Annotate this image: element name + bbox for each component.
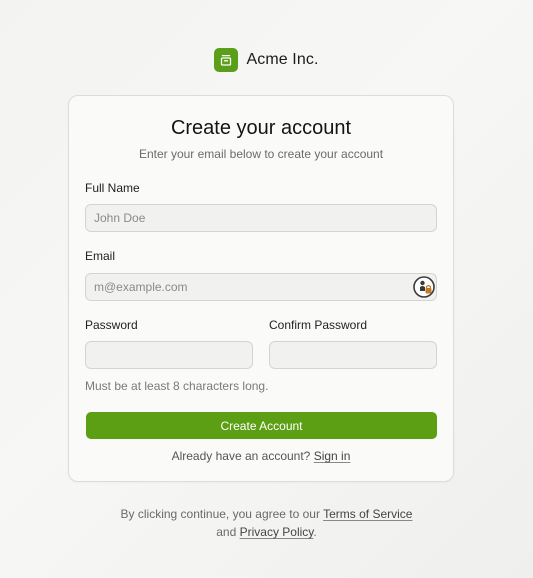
legal-prefix: By clicking continue, you agree to our bbox=[120, 507, 320, 521]
box-icon bbox=[214, 48, 239, 72]
sign-in-link[interactable]: Sign in bbox=[314, 449, 351, 463]
email-label: Email bbox=[85, 249, 116, 263]
signup-card: Create your account Enter your email bel… bbox=[68, 95, 454, 482]
legal-and: and bbox=[216, 525, 237, 539]
card-title: Create your account bbox=[170, 117, 352, 139]
create-account-button[interactable]: Create Account bbox=[86, 412, 437, 439]
full-name-input[interactable] bbox=[85, 204, 437, 232]
legal-notice: By clicking continue, you agree to our T… bbox=[0, 505, 533, 541]
full-name-label: Full Name bbox=[85, 181, 140, 195]
password-input[interactable] bbox=[85, 341, 253, 369]
brand-header: Acme Inc. bbox=[0, 47, 533, 73]
terms-of-service-link[interactable]: Terms of Service bbox=[323, 507, 412, 521]
password-manager-icon[interactable] bbox=[413, 276, 435, 298]
card-subtitle: Enter your email below to create your ac… bbox=[138, 147, 384, 161]
legal-suffix: . bbox=[313, 525, 317, 539]
password-hint: Must be at least 8 characters long. bbox=[85, 379, 269, 393]
legal-line-1: By clicking continue, you agree to our T… bbox=[0, 505, 533, 523]
brand-name: Acme Inc. bbox=[246, 51, 319, 68]
legal-line-2: and Privacy Policy. bbox=[0, 523, 533, 541]
confirm-password-input[interactable] bbox=[269, 341, 437, 369]
signin-prompt: Already have an account? bbox=[171, 449, 311, 463]
privacy-policy-link[interactable]: Privacy Policy bbox=[240, 525, 314, 539]
confirm-password-label: Confirm Password bbox=[269, 318, 368, 332]
signin-row: Already have an account? Sign in bbox=[69, 449, 453, 463]
password-label: Password bbox=[85, 318, 138, 332]
email-input[interactable] bbox=[85, 273, 437, 301]
